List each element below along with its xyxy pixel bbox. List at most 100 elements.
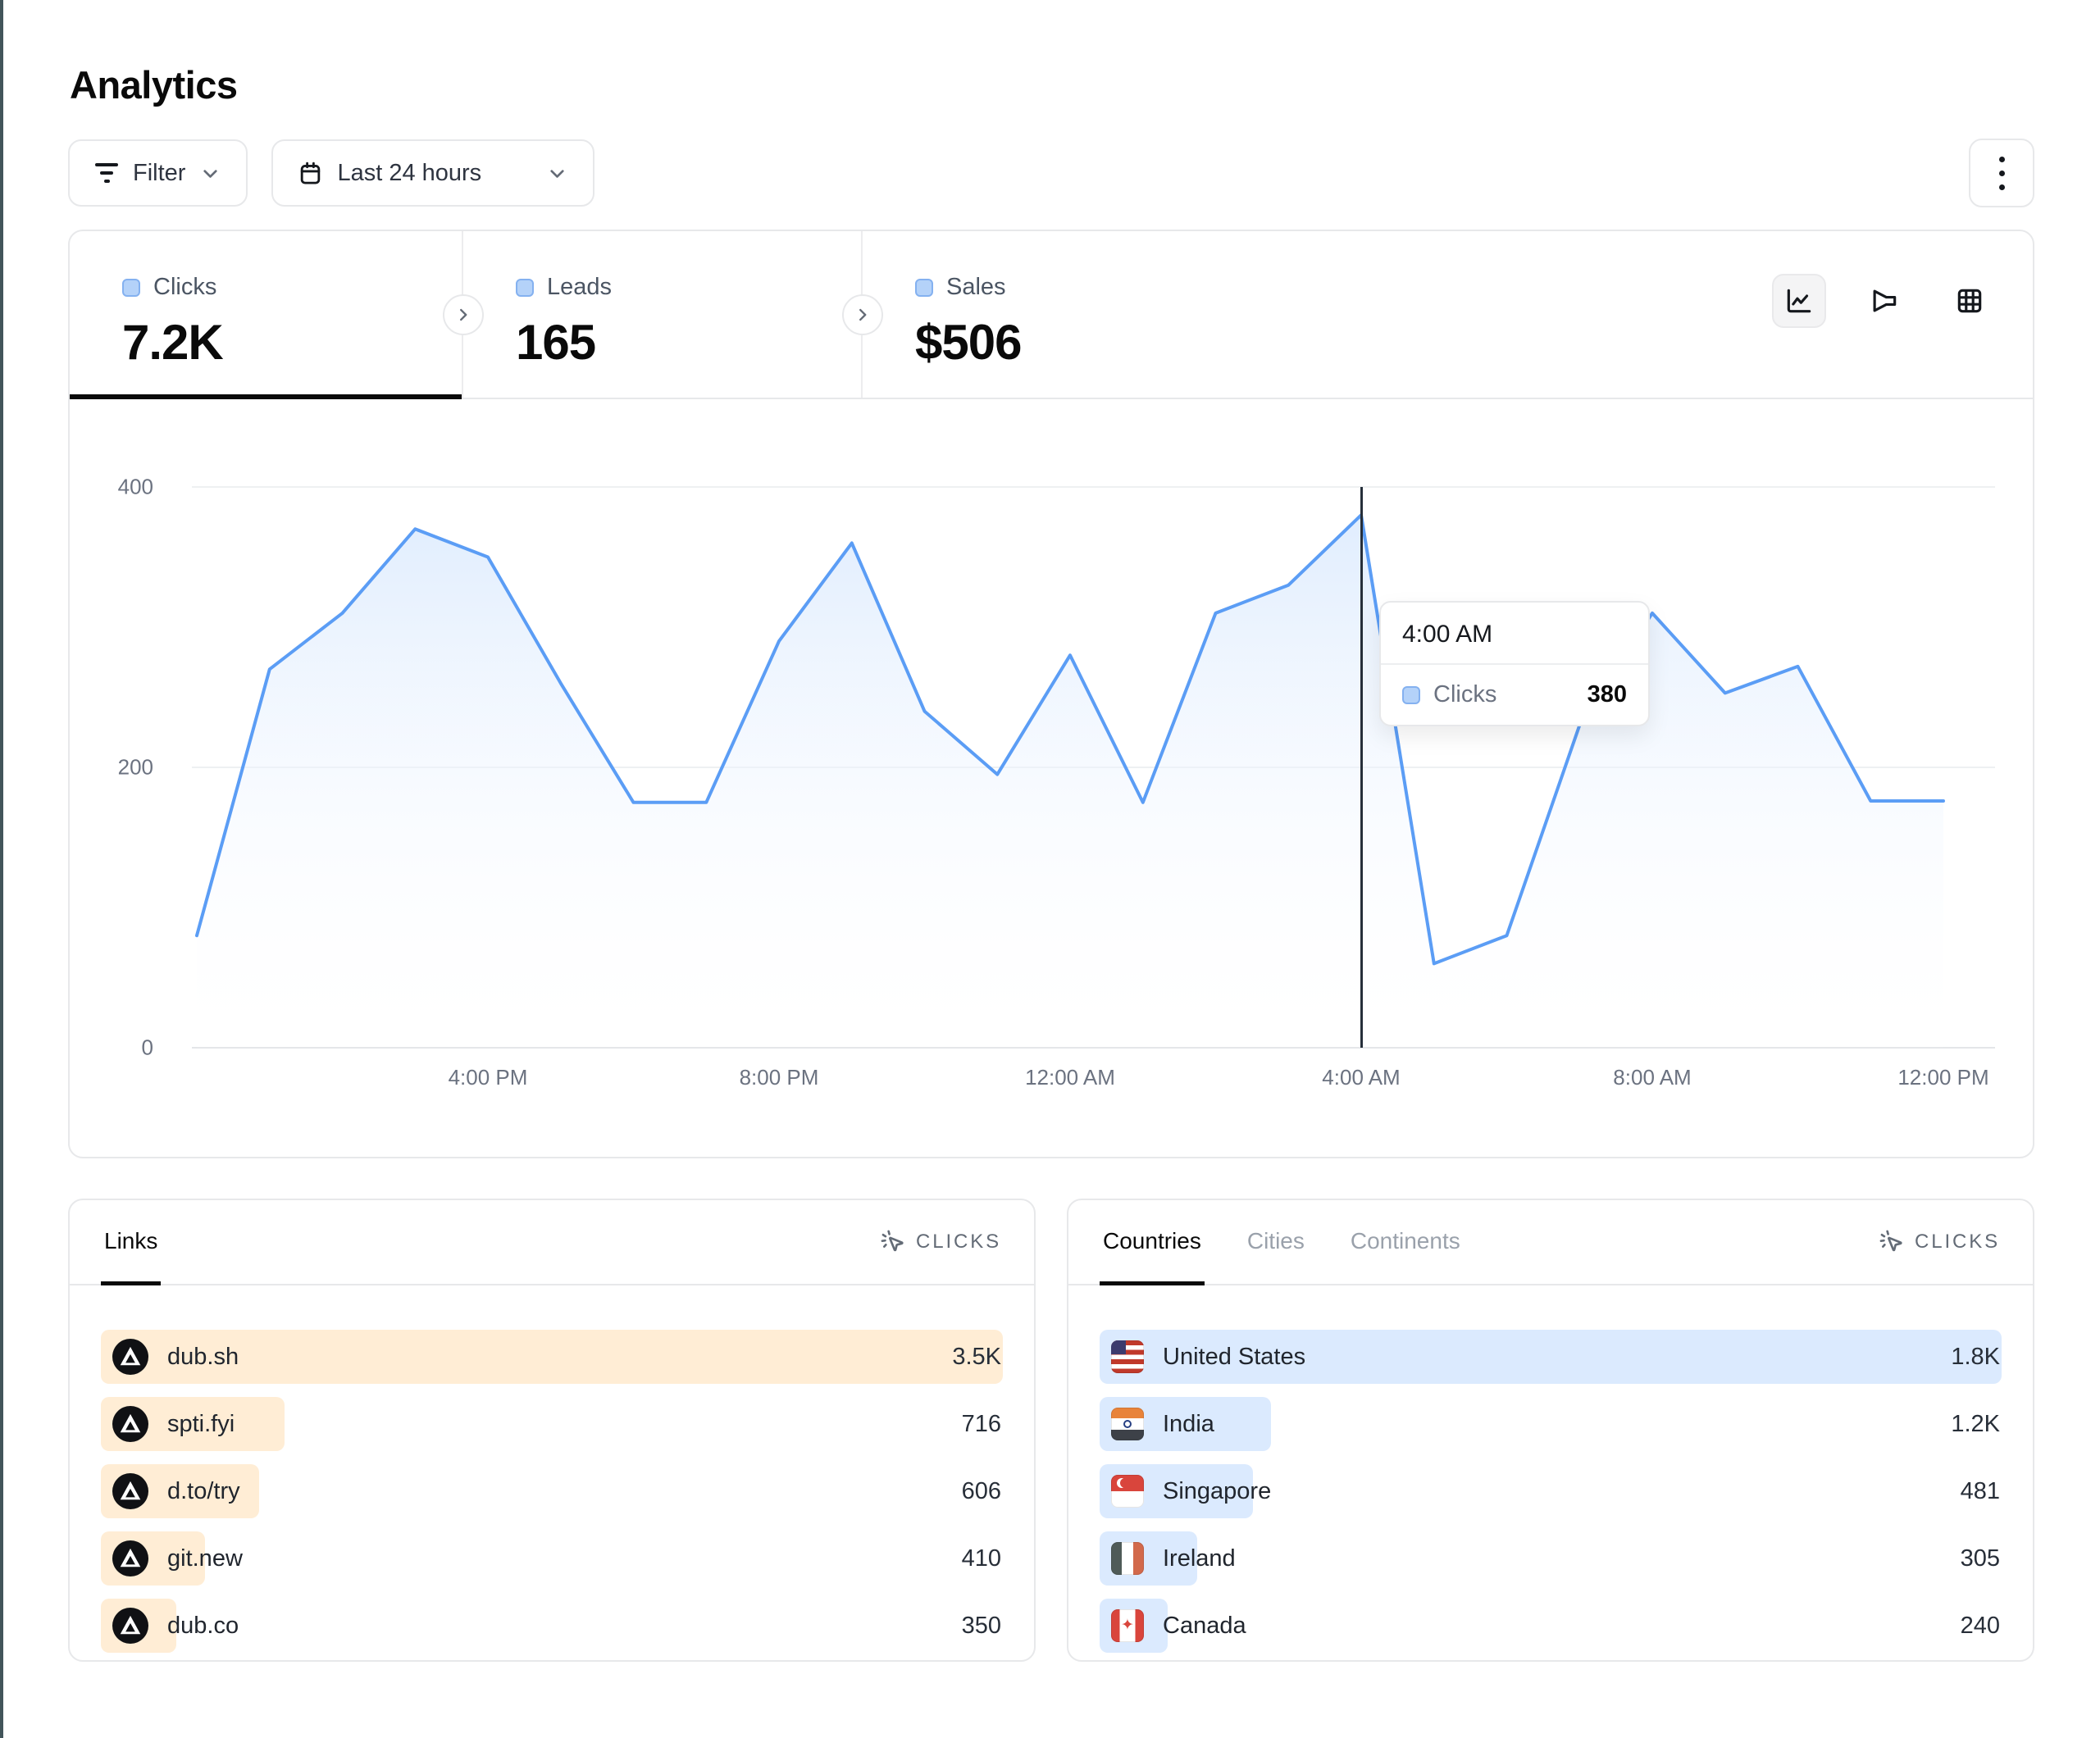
link-row-clicks: 350 [962,1613,1003,1640]
countries-list: United States 1.8K India 1.2K Singapore 481 Ir… [1068,1285,2033,1653]
sales-tab-label: Sales [946,274,1006,301]
x-axis-tick: 8:00 PM [740,1065,819,1090]
link-row[interactable]: spti.fyi 716 [101,1397,1003,1451]
funnel-chart-icon [1869,285,1900,316]
dub-link-logo [112,1608,148,1644]
analytics-page: Analytics Filter Last 24 hours Clicks 7.… [0,0,2100,1662]
link-row-label: dub.sh [167,1344,239,1371]
countries-sort-by-clicks[interactable]: CLICKS [1879,1200,2000,1284]
flag-ca-icon [1111,1609,1144,1642]
chart-tooltip: 4:00 AM Clicks 380 [1379,601,1650,726]
link-row-clicks: 716 [962,1411,1003,1438]
table-grid-icon [1954,285,1985,316]
calendar-icon [298,161,323,186]
link-row-clicks: 3.5K [952,1344,1003,1371]
clicks-value: 7.2K [122,314,462,371]
country-row[interactable]: Canada240 [1100,1599,2002,1653]
link-row[interactable]: dub.sh 3.5K [101,1330,1003,1384]
dub-link-logo [112,1406,148,1442]
x-axis-tick: 4:00 PM [449,1065,528,1090]
tab-sales[interactable]: Sales $506 [863,231,1437,398]
tab-leads[interactable]: Leads 165 [463,231,863,398]
filter-icon [94,163,119,183]
country-row-label: Singapore [1163,1478,1271,1505]
line-chart-icon [1783,285,1815,316]
crosshair-line [1360,487,1363,1048]
expand-clicks-button[interactable] [443,294,484,335]
tab-continents[interactable]: Continents [1347,1200,1464,1285]
link-row-clicks: 410 [962,1545,1003,1572]
country-row-clicks: 1.8K [1951,1344,2002,1371]
tab-cities[interactable]: Cities [1244,1200,1308,1285]
date-range-button[interactable]: Last 24 hours [271,139,594,207]
table-view-toggle[interactable] [1943,274,1997,328]
page-title: Analytics [70,62,2034,107]
link-row[interactable]: git.new410 [101,1531,1003,1586]
x-axis-tick: 4:00 AM [1322,1065,1400,1090]
links-sort-label: CLICKS [916,1231,1001,1253]
cursor-click-icon [880,1229,906,1255]
flag-sg-icon [1111,1475,1144,1508]
links-card: Links CLICKS dub.sh 3.5K spti.fyi 716 d.to/t… [68,1199,1036,1662]
clicks-tab-label: Clicks [153,274,216,301]
more-menu-button[interactable] [1969,139,2034,207]
country-row[interactable]: Ireland305 [1100,1531,2002,1586]
country-row-clicks: 481 [1961,1478,2002,1505]
link-row-label: spti.fyi [167,1411,235,1438]
clicks-area-chart[interactable]: 4:00 AM Clicks 380 40020004:00 PM8:00 PM… [70,399,2033,1158]
filter-button[interactable]: Filter [68,139,248,207]
links-sort-by-clicks[interactable]: CLICKS [880,1200,1001,1284]
y-axis-tick: 0 [102,1035,153,1061]
tab-countries[interactable]: Countries [1100,1200,1205,1285]
tooltip-value: 380 [1588,681,1627,708]
dub-link-logo [112,1540,148,1576]
tooltip-legend-swatch [1402,686,1420,704]
countries-sort-label: CLICKS [1915,1231,2000,1253]
sales-value: $506 [915,314,1437,371]
x-axis-tick: 12:00 AM [1025,1065,1115,1090]
country-row-label: Ireland [1163,1545,1236,1572]
link-row-label: dub.co [167,1613,239,1640]
dub-link-logo [112,1339,148,1375]
country-row-label: Canada [1163,1613,1246,1640]
y-axis-tick: 200 [102,755,153,780]
chevron-down-icon [199,162,221,184]
link-row-label: d.to/try [167,1478,240,1505]
chevron-down-icon [546,162,568,184]
chevron-right-icon [854,306,872,324]
x-axis-tick: 8:00 AM [1613,1065,1691,1090]
link-row[interactable]: dub.co 350 [101,1599,1003,1653]
kebab-icon [1999,157,2005,190]
flag-us-icon [1111,1340,1144,1373]
links-tab-label: Links [104,1228,157,1254]
links-list: dub.sh 3.5K spti.fyi 716 d.to/try 606 git.new4… [70,1285,1034,1653]
flag-in-icon [1111,1408,1144,1440]
leads-legend-swatch [516,279,534,297]
filter-button-label: Filter [133,160,185,187]
country-row[interactable]: United States 1.8K [1100,1330,2002,1384]
analytics-card: Clicks 7.2K Leads 165 [68,230,2034,1158]
tab-links[interactable]: Links [101,1200,161,1285]
countries-card: Countries Cities Continents CLICKS United … [1067,1199,2034,1662]
country-row-label: India [1163,1411,1214,1438]
chevron-right-icon [454,306,472,324]
leads-value: 165 [516,314,861,371]
toolbar: Filter Last 24 hours [68,139,2034,207]
cursor-click-icon [1879,1229,1905,1255]
tab-clicks[interactable]: Clicks 7.2K [70,231,463,398]
expand-leads-button[interactable] [842,294,883,335]
funnel-chart-toggle[interactable] [1857,274,1911,328]
clicks-legend-swatch [122,279,140,297]
country-row[interactable]: India 1.2K [1100,1397,2002,1451]
area-chart-canvas [192,487,1995,1048]
link-row[interactable]: d.to/try 606 [101,1464,1003,1518]
country-row-label: United States [1163,1344,1305,1371]
tooltip-series-label: Clicks [1433,681,1496,708]
line-chart-toggle[interactable] [1772,274,1826,328]
country-row[interactable]: Singapore 481 [1100,1464,2002,1518]
leads-tab-label: Leads [547,274,612,301]
country-row-clicks: 1.2K [1951,1411,2002,1438]
link-row-clicks: 606 [962,1478,1003,1505]
flag-ie-icon [1111,1542,1144,1575]
x-axis-tick: 12:00 PM [1897,1065,1988,1090]
